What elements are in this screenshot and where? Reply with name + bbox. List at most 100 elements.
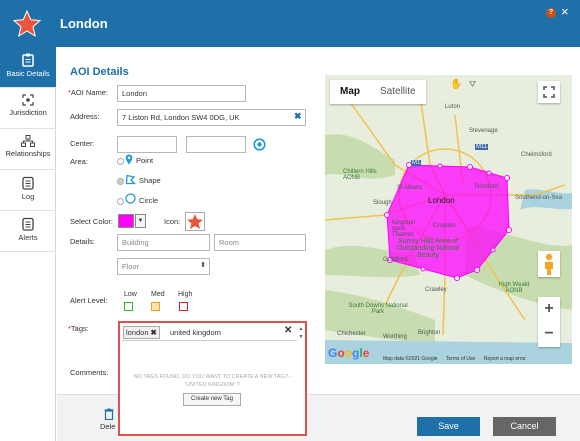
delete-label[interactable]: Dele bbox=[100, 422, 115, 431]
comments-label: Comments: bbox=[70, 368, 109, 377]
sidebar-item-basic-details[interactable]: Basic Details bbox=[0, 47, 56, 88]
cancel-button[interactable]: Cancel bbox=[493, 417, 556, 436]
icon-label: Icon: bbox=[164, 217, 181, 226]
floor-select[interactable]: Floor ⬍ bbox=[117, 258, 210, 275]
locate-icon[interactable] bbox=[253, 138, 266, 151]
center-lat-input[interactable] bbox=[117, 136, 177, 153]
target-icon bbox=[22, 94, 34, 106]
area-point-label: Point bbox=[136, 156, 154, 165]
map-label: Chichester bbox=[337, 331, 366, 337]
trash-icon[interactable] bbox=[104, 408, 114, 420]
map-label: M1 bbox=[411, 160, 422, 166]
select-arrows-icon: ⬍ bbox=[200, 262, 206, 269]
alert-low-checkbox[interactable] bbox=[124, 302, 133, 311]
main-panel: AOI Details *AOI Name: London Address: 7… bbox=[57, 47, 580, 441]
create-tag-button[interactable]: Create new Tag bbox=[183, 393, 241, 406]
map-data-credit: Map data ©2021 Google bbox=[383, 356, 438, 362]
clear-address-icon[interactable]: ✖ bbox=[294, 111, 302, 122]
building-input[interactable]: Building bbox=[117, 234, 210, 251]
polygon-draw-icon[interactable]: ⛛ bbox=[469, 79, 477, 89]
map-label: Surrey Hills Area of Outstanding Natural… bbox=[396, 238, 460, 259]
tags-label: *Tags: bbox=[68, 324, 89, 333]
area-circle-label: Circle bbox=[139, 196, 159, 205]
map-label: High Weald AONB bbox=[498, 282, 530, 294]
tags-query: united kingdom bbox=[170, 328, 221, 337]
map-label: South Downs National Park bbox=[348, 303, 408, 315]
map-label: St Albans bbox=[397, 185, 423, 191]
fullscreen-button[interactable] bbox=[538, 81, 560, 103]
google-logo: Google bbox=[328, 346, 370, 360]
sidebar-item-log[interactable]: Log bbox=[0, 170, 56, 211]
map-label: Chiltern Hills AONB bbox=[343, 169, 377, 181]
remove-tag-icon[interactable]: ✖ bbox=[151, 328, 157, 337]
map-label: London bbox=[428, 196, 455, 205]
network-icon bbox=[21, 135, 35, 147]
map-basemap bbox=[325, 75, 572, 364]
help-icon[interactable]: ? bbox=[546, 8, 556, 18]
star-icon bbox=[187, 214, 203, 229]
aoi-name-label: *AOI Name: bbox=[68, 88, 109, 97]
title-bar: London ? × bbox=[0, 0, 580, 47]
tab-map[interactable]: Map bbox=[330, 80, 370, 104]
shape-icon bbox=[125, 174, 136, 185]
terms-link[interactable]: Terms of Use bbox=[446, 356, 475, 362]
hand-icon[interactable]: ✋ bbox=[450, 79, 462, 90]
map-label: Guildford bbox=[383, 257, 408, 263]
sidebar-item-label: Basic Details bbox=[6, 69, 50, 78]
alert-med-checkbox[interactable] bbox=[151, 302, 160, 311]
alert-high-checkbox[interactable] bbox=[179, 302, 188, 311]
circle-icon bbox=[125, 193, 136, 204]
map-label: Chelmsford bbox=[521, 152, 552, 158]
map-label: M11 bbox=[475, 144, 489, 150]
center-lng-input[interactable] bbox=[186, 136, 246, 153]
tab-satellite[interactable]: Satellite bbox=[370, 80, 426, 104]
alert-high-label: High bbox=[178, 291, 193, 298]
sidebar: Basic Details Jurisdiction Relationships… bbox=[0, 47, 56, 441]
color-dropdown-toggle[interactable]: ▼ bbox=[135, 214, 146, 228]
details-label: Details: bbox=[70, 237, 96, 246]
map-label: Luton bbox=[445, 104, 461, 110]
close-icon[interactable]: × bbox=[561, 5, 569, 19]
map-pin-icon bbox=[125, 154, 133, 165]
sidebar-item-label: Log bbox=[21, 192, 35, 201]
sidebar-item-relationships[interactable]: Relationships bbox=[0, 129, 56, 170]
aoi-name-input[interactable]: London bbox=[117, 85, 246, 102]
area-point-radio[interactable] bbox=[117, 158, 124, 165]
alert-med-label: Med bbox=[151, 291, 165, 298]
log-icon bbox=[22, 176, 34, 190]
address-input[interactable]: 7 Liston Rd, London SW4 0DG, UK bbox=[117, 109, 306, 126]
sidebar-item-alerts[interactable]: Alerts bbox=[0, 211, 56, 252]
save-button[interactable]: Save bbox=[417, 417, 480, 436]
zoom-in-button[interactable]: + bbox=[538, 297, 560, 322]
room-input[interactable]: Room bbox=[214, 234, 306, 251]
select-color-label: Select Color: bbox=[70, 217, 113, 226]
tags-input[interactable]: london ✖ united kingdom ✕ bbox=[122, 325, 297, 341]
area-shape-label: Shape bbox=[139, 176, 161, 185]
icon-picker[interactable] bbox=[185, 212, 205, 231]
map-label: Brighton bbox=[418, 330, 441, 336]
map-attribution: Map data ©2021 Google Terms of Use Repor… bbox=[383, 356, 533, 362]
area-label: Area: bbox=[70, 157, 88, 166]
street-view-pegman[interactable] bbox=[538, 251, 560, 277]
map-label: Stevenage bbox=[469, 128, 498, 134]
area-circle-radio[interactable] bbox=[117, 198, 124, 205]
map-label: Romford bbox=[475, 184, 499, 190]
map-label: Slough bbox=[373, 200, 392, 206]
clipboard-icon bbox=[22, 53, 34, 67]
address-label: Address: bbox=[70, 112, 100, 121]
pegman-icon bbox=[545, 253, 553, 275]
alert-level-label: Alert Level: bbox=[70, 296, 108, 305]
clear-tags-icon[interactable]: ✕ bbox=[284, 325, 292, 336]
map-view[interactable]: Map Satellite ✋ ⛛ Luton Stevenage Chilter… bbox=[325, 75, 572, 364]
report-error-link[interactable]: Report a map error bbox=[484, 356, 526, 362]
tags-scroll-arrows[interactable]: ▲ ▼ bbox=[297, 325, 305, 341]
floor-placeholder: Floor bbox=[122, 262, 140, 271]
draw-tools: ✋ ⛛ bbox=[450, 79, 476, 90]
area-shape-radio[interactable] bbox=[117, 178, 124, 185]
star-logo-icon bbox=[12, 9, 42, 38]
sidebar-item-jurisdiction[interactable]: Jurisdiction bbox=[0, 88, 56, 129]
zoom-out-button[interactable]: − bbox=[538, 322, 560, 347]
color-swatch[interactable] bbox=[118, 214, 134, 228]
sidebar-item-label: Relationships bbox=[5, 149, 51, 158]
section-title: AOI Details bbox=[70, 66, 129, 78]
